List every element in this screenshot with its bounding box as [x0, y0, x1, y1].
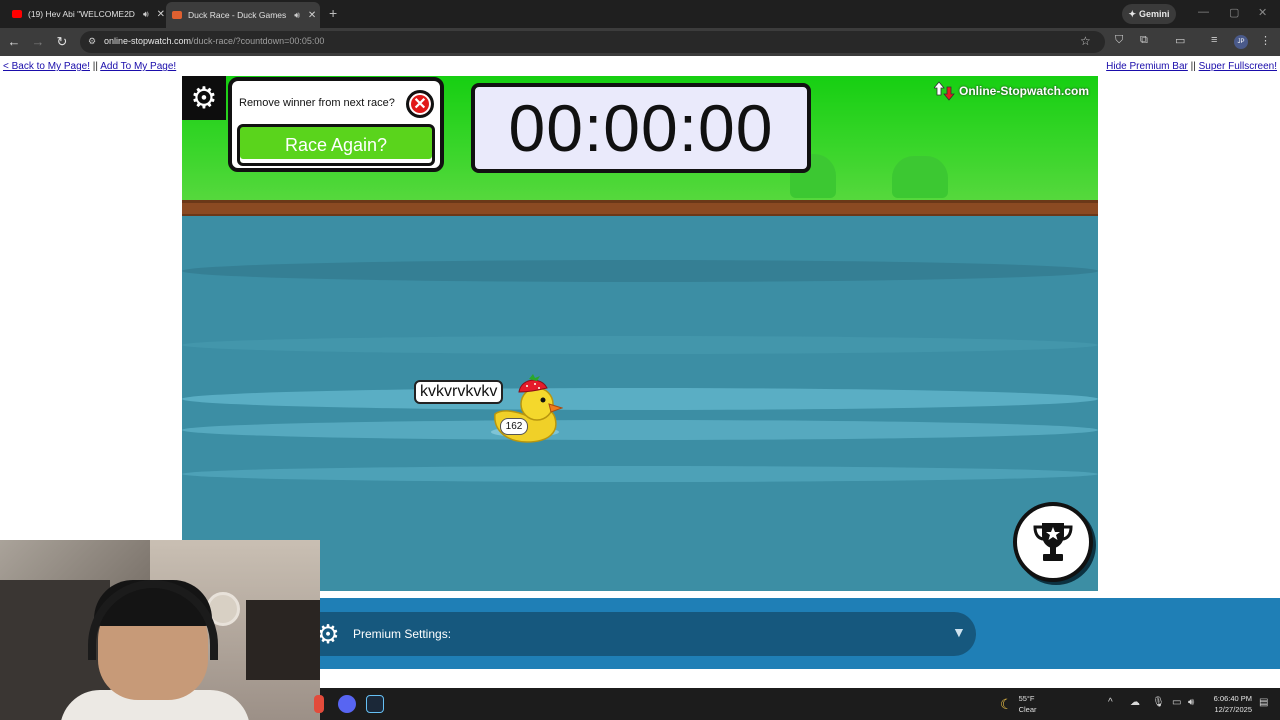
- url-text: online-stopwatch.com/duck-race/?countdow…: [104, 36, 324, 46]
- close-tab-icon[interactable]: ✕: [308, 10, 316, 21]
- extensions-icon[interactable]: ⧉: [1140, 34, 1148, 47]
- steam-icon[interactable]: [366, 695, 384, 713]
- volume-icon[interactable]: 🔊︎: [1188, 697, 1194, 708]
- wave: [182, 388, 1098, 410]
- duck-number-badge: 162: [500, 418, 528, 435]
- premium-settings-label: Premium Settings:: [353, 627, 452, 641]
- brand-name: Online-Stopwatch.com: [959, 84, 1090, 98]
- microphone-icon[interactable]: 🎙︎: [1152, 697, 1165, 708]
- webcam-shelf: [246, 600, 320, 680]
- browser-tab-bar: (19) Hev Abi "WELCOME2D 🔊︎ ✕ Duck Race -…: [0, 0, 1280, 28]
- race-again-button[interactable]: Race Again?: [237, 124, 435, 166]
- weather-widget[interactable]: ☾ 55°F Clear: [1000, 693, 1037, 715]
- clock-time: 6:06:40 PM: [1213, 694, 1252, 703]
- wave: [182, 466, 1098, 482]
- moon-icon: ☾: [1000, 695, 1013, 712]
- duck-race-favicon-icon: [172, 11, 182, 19]
- speaker-icon[interactable]: 🔊︎: [143, 9, 149, 20]
- app-icon[interactable]: [314, 695, 324, 713]
- river-water: [182, 216, 1098, 591]
- hide-premium-bar-link[interactable]: Hide Premium Bar: [1106, 61, 1188, 72]
- gemini-label: Gemini: [1139, 9, 1170, 19]
- new-tab-icon[interactable]: +: [329, 5, 337, 21]
- winner-panel: Remove winner from next race? ✕ Race Aga…: [228, 77, 444, 172]
- back-to-my-page-link[interactable]: < Back to My Page!: [3, 61, 90, 72]
- forward-icon[interactable]: →: [30, 34, 46, 49]
- minimize-icon[interactable]: —: [1198, 6, 1209, 18]
- close-tab-icon[interactable]: ✕: [157, 9, 165, 20]
- clock-date: 12/27/2025: [1214, 705, 1252, 714]
- remove-winner-text: Remove winner from next race?: [239, 97, 395, 109]
- youtube-icon: [12, 10, 22, 18]
- chevron-up-icon[interactable]: ^: [1108, 697, 1113, 708]
- duck-race-game: ⚙ Remove winner from next race? ✕ Race A…: [182, 76, 1098, 591]
- left-page-links: < Back to My Page! || Add To My Page!: [3, 61, 176, 72]
- online-stopwatch-logo[interactable]: Online-Stopwatch.com: [934, 81, 1089, 101]
- settings-gear-icon[interactable]: ⚙: [182, 76, 226, 120]
- network-icon[interactable]: ▭: [1172, 697, 1181, 708]
- remove-winner-close-icon[interactable]: ✕: [406, 90, 434, 118]
- tab-title: (19) Hev Abi "WELCOME2D: [28, 9, 135, 19]
- link-separator: ||: [1190, 61, 1196, 72]
- notifications-icon[interactable]: ▤: [1259, 697, 1268, 708]
- tab-youtube[interactable]: (19) Hev Abi "WELCOME2D 🔊︎ ✕: [12, 4, 165, 24]
- leaderboard-button[interactable]: [1013, 502, 1093, 582]
- tab-title: Duck Race - Duck Games: [188, 10, 287, 20]
- wave: [182, 420, 1098, 440]
- weather-desc: Clear: [1018, 705, 1037, 714]
- media-control-icon[interactable]: ≡: [1211, 34, 1217, 46]
- webcam-overlay: [0, 540, 320, 720]
- system-clock[interactable]: 6:06:40 PM 12/27/2025: [1206, 693, 1252, 715]
- chevron-down-icon[interactable]: ▼: [952, 624, 966, 640]
- gemini-button[interactable]: ✦ Gemini: [1122, 4, 1176, 24]
- cast-icon[interactable]: ▭: [1175, 34, 1185, 47]
- link-separator: ||: [92, 61, 98, 72]
- tab-duck-race[interactable]: Duck Race - Duck Games 🔊︎ ✕: [166, 2, 320, 28]
- super-fullscreen-link[interactable]: Super Fullscreen!: [1199, 61, 1277, 72]
- speaker-icon[interactable]: 🔊︎: [294, 10, 300, 21]
- cloud-icon[interactable]: ☁: [1130, 697, 1140, 708]
- url-path: /duck-race/?countdown=00:05:00: [191, 36, 325, 46]
- riverbank: [182, 200, 1098, 216]
- sparkle-icon: ✦: [1128, 8, 1137, 19]
- reload-icon[interactable]: ↻: [54, 34, 70, 50]
- menu-icon[interactable]: ⋮: [1260, 34, 1271, 47]
- weather-temp: 55°F: [1018, 694, 1035, 703]
- site-info-icon[interactable]: ⚙: [88, 36, 96, 47]
- screen: (19) Hev Abi "WELCOME2D 🔊︎ ✕ Duck Race -…: [0, 0, 1280, 720]
- url-domain: online-stopwatch.com: [104, 36, 192, 46]
- bookmark-star-icon[interactable]: ☆: [1080, 34, 1091, 48]
- right-page-links: Hide Premium Bar || Super Fullscreen!: [1106, 61, 1277, 72]
- discord-icon[interactable]: [338, 695, 356, 713]
- address-bar[interactable]: ⚙ online-stopwatch.com/duck-race/?countd…: [80, 31, 1105, 53]
- profile-avatar[interactable]: JP: [1234, 35, 1248, 49]
- close-window-icon[interactable]: ✕: [1258, 6, 1267, 19]
- back-icon[interactable]: ←: [6, 34, 22, 49]
- maximize-icon[interactable]: ▢: [1229, 6, 1239, 19]
- countdown-timer: 00:00:00: [471, 83, 811, 173]
- trophy-icon: [1033, 523, 1073, 561]
- add-to-my-page-link[interactable]: Add To My Page!: [100, 61, 176, 72]
- bush: [892, 156, 948, 198]
- up-down-arrows-icon: [934, 81, 955, 101]
- wave: [182, 336, 1098, 354]
- wave: [182, 260, 1098, 282]
- weather-text: 55°F Clear: [1019, 693, 1037, 715]
- shield-icon[interactable]: ⛉: [1115, 34, 1123, 47]
- duck-racer: [491, 374, 563, 443]
